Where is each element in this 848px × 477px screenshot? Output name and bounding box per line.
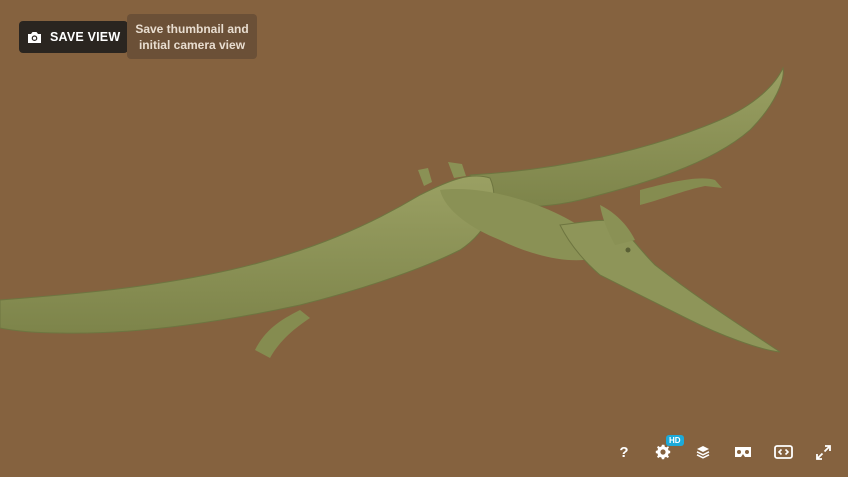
help-icon: ? bbox=[619, 443, 629, 461]
pterosaur-model bbox=[0, 66, 784, 358]
save-view-label: SAVE VIEW bbox=[50, 30, 121, 44]
save-view-button[interactable]: SAVE VIEW bbox=[19, 21, 129, 53]
help-button[interactable]: ? bbox=[612, 440, 636, 464]
embed-icon bbox=[773, 445, 793, 459]
3d-viewport[interactable] bbox=[0, 0, 848, 477]
vr-button[interactable] bbox=[731, 440, 755, 464]
tooltip-line-2: initial camera view bbox=[138, 37, 246, 52]
settings-button[interactable]: HD bbox=[651, 435, 684, 464]
tooltip-line-1: Save thumbnail and bbox=[135, 21, 249, 36]
fullscreen-icon bbox=[815, 444, 831, 460]
embed-button[interactable] bbox=[771, 440, 795, 464]
fullscreen-button[interactable] bbox=[811, 440, 835, 464]
settings-icon bbox=[655, 444, 671, 460]
save-view-tooltip: Save thumbnail and initial camera view bbox=[127, 14, 257, 59]
layers-icon bbox=[696, 445, 710, 459]
layers-button[interactable] bbox=[691, 440, 715, 464]
hd-badge: HD bbox=[666, 435, 684, 446]
camera-icon bbox=[27, 31, 42, 44]
viewer-toolbar: ? HD bbox=[0, 435, 848, 464]
vr-icon bbox=[734, 446, 752, 458]
